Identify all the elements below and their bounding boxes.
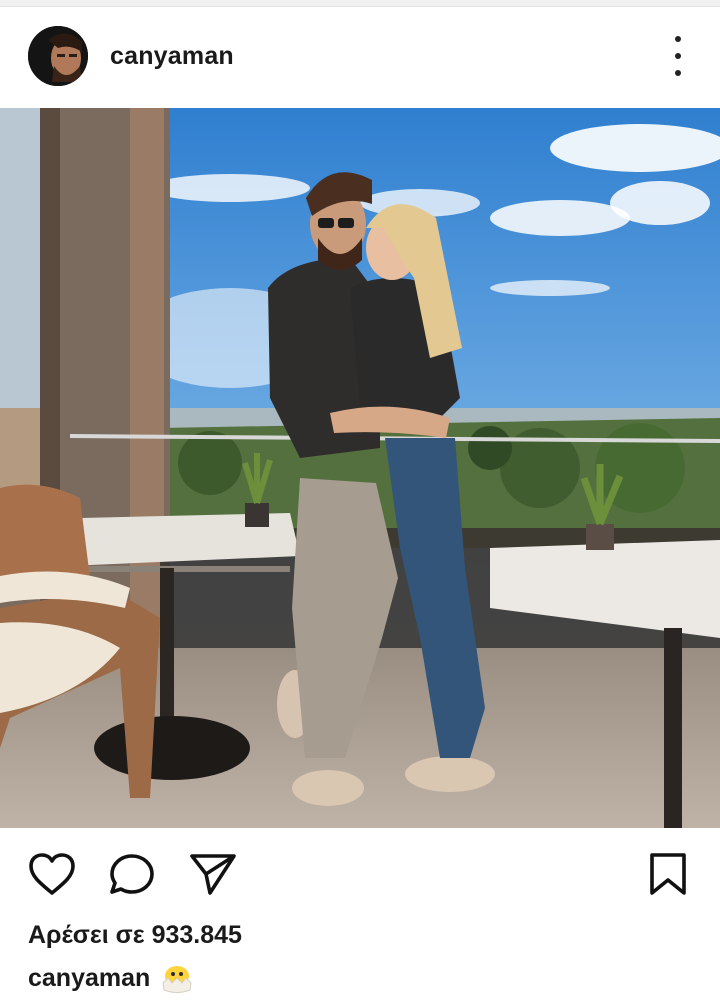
instagram-post: canyaman Αρέσει σε 933.845 canyaman <box>0 0 720 1004</box>
avatar[interactable] <box>28 26 88 86</box>
comment-button[interactable] <box>108 852 156 901</box>
bookmark-icon <box>650 853 686 895</box>
more-options-button[interactable] <box>666 36 690 76</box>
action-bar <box>0 836 720 912</box>
hatching-chick-emoji-icon <box>160 961 194 995</box>
save-button[interactable] <box>648 852 688 901</box>
caption-username[interactable]: canyaman <box>28 964 150 993</box>
comment-icon <box>110 854 154 894</box>
caption: canyaman <box>28 961 194 995</box>
like-button[interactable] <box>28 852 76 901</box>
share-button[interactable] <box>188 852 238 901</box>
more-dot <box>675 36 681 42</box>
rooftop-couple-photo <box>0 108 720 828</box>
post-username[interactable]: canyaman <box>110 42 234 71</box>
likes-count[interactable]: Αρέσει σε 933.845 <box>28 921 242 950</box>
more-dot <box>675 70 681 76</box>
post-header: canyaman <box>0 6 720 108</box>
more-dot <box>675 53 681 59</box>
post-photo[interactable] <box>0 108 720 828</box>
send-icon <box>190 854 236 895</box>
heart-icon <box>29 853 75 895</box>
